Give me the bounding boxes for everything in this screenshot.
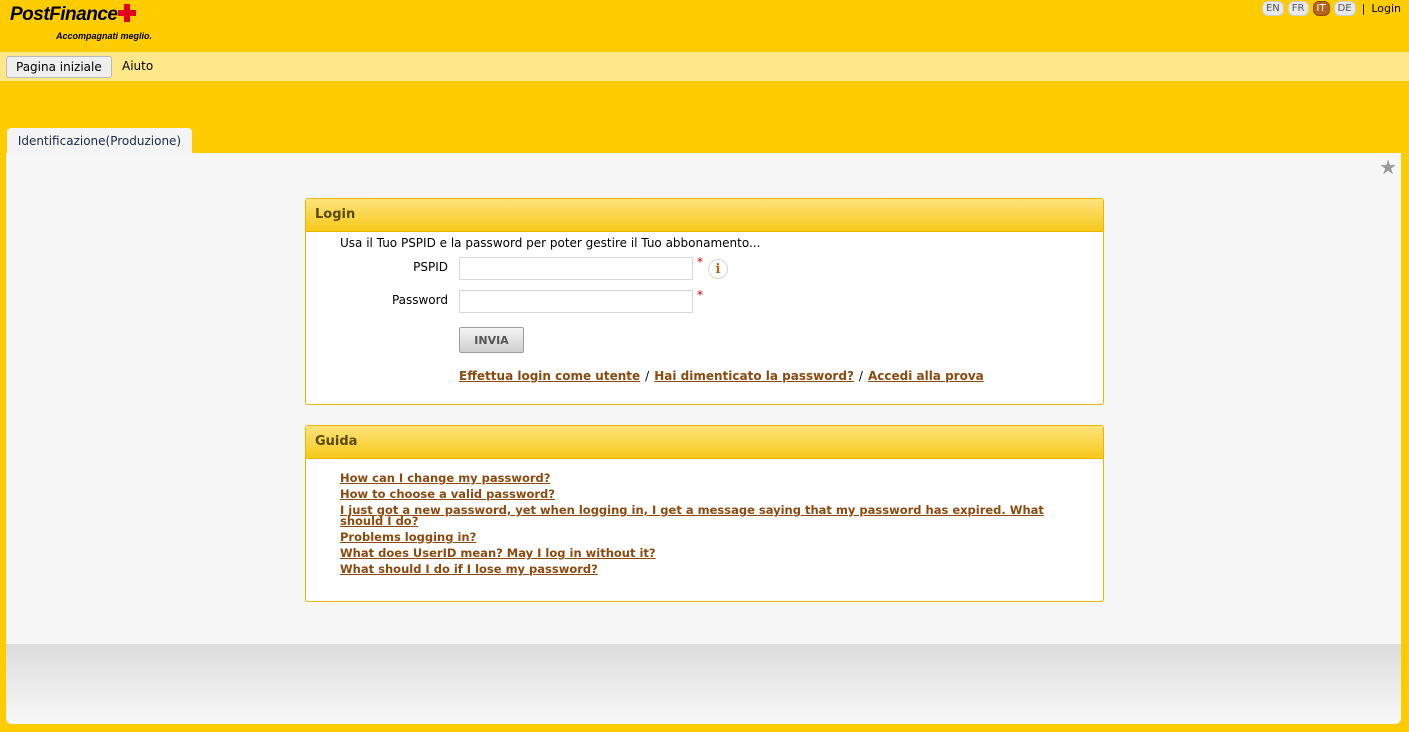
- logo[interactable]: PostFinance Accompagnati meglio.: [10, 4, 152, 41]
- guide-link-valid-password[interactable]: How to choose a valid password?: [340, 487, 555, 501]
- trial-access-link[interactable]: Accedi alla prova: [868, 369, 984, 383]
- forgot-password-link[interactable]: Hai dimenticato la password?: [654, 369, 854, 383]
- pspid-required-mark: *: [697, 255, 703, 269]
- swiss-cross-icon: [118, 4, 137, 22]
- list-item: Problems logging in?: [340, 530, 1060, 544]
- main-panel: ★ Login Usa il Tuo PSPID e la password p…: [6, 153, 1401, 724]
- pspid-input[interactable]: [459, 257, 693, 280]
- guide-link-userid[interactable]: What does UserID mean? May I log in with…: [340, 546, 656, 560]
- login-intro-text: Usa il Tuo PSPID e la password per poter…: [340, 236, 761, 250]
- guide-link-change-password[interactable]: How can I change my password?: [340, 471, 550, 485]
- guide-link-password-expired[interactable]: I just got a new password, yet when logg…: [340, 503, 1044, 528]
- menu-item-help[interactable]: Aiuto: [122, 56, 153, 76]
- language-it[interactable]: IT: [1312, 1, 1330, 16]
- menu-bar: Pagina iniziale Aiuto: [0, 52, 1409, 81]
- guide-link-login-problems[interactable]: Problems logging in?: [340, 530, 476, 544]
- tab-identification[interactable]: Identificazione(Produzione): [7, 128, 192, 153]
- login-links: Effettua login come utente / Hai dimentica…: [459, 369, 984, 383]
- login-as-user-link[interactable]: Effettua login come utente: [459, 369, 640, 383]
- guide-box: Guida How can I change my password? How …: [305, 425, 1104, 602]
- info-icon[interactable]: i: [708, 259, 728, 279]
- guide-list: How can I change my password? How to cho…: [340, 471, 1060, 580]
- password-label: Password: [391, 293, 448, 307]
- panel-footer: [6, 644, 1401, 724]
- guide-link-lost-password[interactable]: What should I do if I lose my password?: [340, 562, 598, 576]
- link-separator: /: [858, 369, 863, 383]
- link-separator: /: [645, 369, 650, 383]
- list-item: How to choose a valid password?: [340, 487, 1060, 501]
- menu-item-home[interactable]: Pagina iniziale: [6, 56, 112, 78]
- list-item: What does UserID mean? May I log in with…: [340, 546, 1060, 560]
- submit-button[interactable]: INVIA: [459, 327, 524, 353]
- logo-name: PostFinance: [10, 4, 118, 25]
- login-box-title: Login: [306, 199, 1103, 232]
- logo-tagline: Accompagnati meglio.: [56, 31, 153, 41]
- login-link[interactable]: Login: [1371, 2, 1401, 15]
- login-box: Login Usa il Tuo PSPID e la password per…: [305, 198, 1104, 405]
- separator: |: [1361, 2, 1366, 15]
- star-icon[interactable]: ★: [1379, 155, 1397, 179]
- top-right-nav: EN FR IT DE | Login: [1261, 1, 1401, 16]
- language-fr[interactable]: FR: [1287, 1, 1309, 16]
- password-required-mark: *: [697, 288, 703, 302]
- language-de[interactable]: DE: [1333, 1, 1356, 16]
- password-input[interactable]: [459, 290, 693, 313]
- list-item: How can I change my password?: [340, 471, 1060, 485]
- list-item: I just got a new password, yet when logg…: [340, 503, 1060, 528]
- list-item: What should I do if I lose my password?: [340, 562, 1060, 576]
- guide-box-title: Guida: [306, 426, 1103, 459]
- language-en[interactable]: EN: [1261, 1, 1284, 16]
- pspid-label: PSPID: [413, 260, 448, 274]
